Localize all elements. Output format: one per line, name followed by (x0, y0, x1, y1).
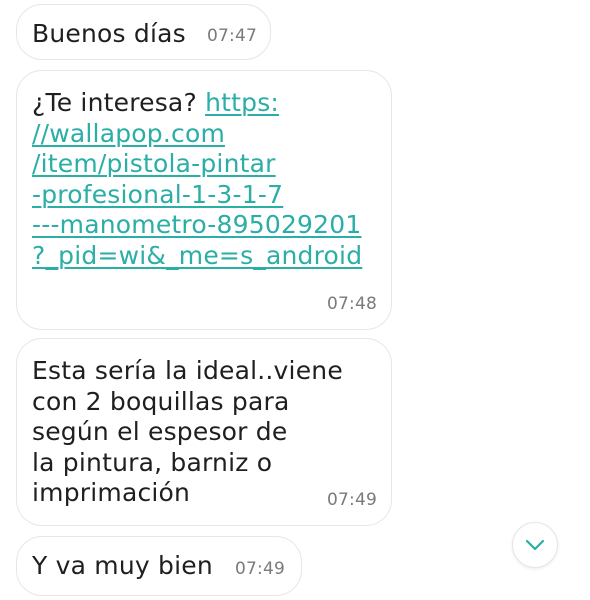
message-text: Buenos días (32, 19, 186, 48)
chevron-down-icon (525, 539, 545, 551)
message-bubble[interactable]: Esta sería la ideal..viene con 2 boquill… (16, 338, 392, 526)
wallapop-link-part[interactable]: https: (205, 88, 279, 117)
link-line: ¿Te interesa? https: (32, 88, 384, 119)
wallapop-link-part[interactable]: ?_pid=wi&_me=s_android (32, 241, 362, 270)
chat-thread: Buenos días 07:47 ¿Te interesa? https: /… (0, 0, 590, 600)
message-bubble-with-link[interactable]: ¿Te interesa? https: //wallapop.com /ite… (16, 70, 392, 330)
wallapop-link-part[interactable]: /item/pistola-pintar (32, 149, 276, 178)
link-line: /item/pistola-pintar (32, 149, 384, 180)
wallapop-link-part[interactable]: -profesional-1-3-1-7 (32, 180, 283, 209)
link-line: ---manometro-895029201 (32, 210, 384, 241)
message-text: ¿Te interesa? https: //wallapop.com /ite… (32, 88, 384, 271)
message-timestamp: 07:49 (235, 559, 285, 579)
message-bubble[interactable]: Buenos días 07:47 (16, 4, 271, 60)
message-prefix: ¿Te interesa? (32, 88, 206, 117)
message-timestamp: 07:48 (327, 294, 377, 314)
wallapop-link-part[interactable]: ---manometro-895029201 (32, 210, 361, 239)
message-text: Esta sería la ideal..viene con 2 boquill… (32, 356, 343, 507)
message-timestamp: 07:47 (207, 26, 257, 46)
scroll-to-bottom-button[interactable] (512, 522, 558, 568)
link-line: ?_pid=wi&_me=s_android (32, 241, 384, 272)
link-line: -profesional-1-3-1-7 (32, 180, 384, 211)
message-timestamp: 07:49 (327, 490, 377, 510)
message-text: Y va muy bien (32, 551, 213, 580)
link-line: //wallapop.com (32, 119, 384, 150)
wallapop-link-part[interactable]: //wallapop.com (32, 119, 225, 148)
message-bubble[interactable]: Y va muy bien 07:49 (16, 536, 302, 596)
